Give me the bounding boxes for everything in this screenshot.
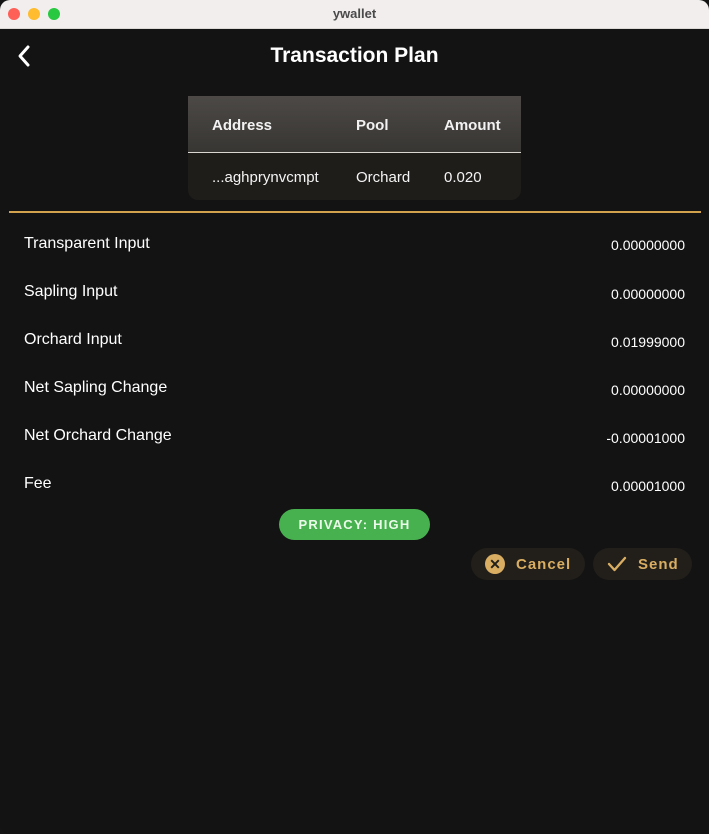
column-header-pool: Pool [356, 117, 389, 134]
send-label: Send [638, 556, 679, 573]
net-sapling-change-label: Net Sapling Change [24, 379, 168, 396]
transparent-input-value: 0.00000000 [611, 237, 685, 253]
page-title: Transaction Plan [270, 44, 439, 67]
title-bar: ywallet [0, 0, 709, 29]
cancel-button[interactable]: Cancel [471, 548, 585, 580]
privacy-badge: PRIVACY: HIGH [279, 509, 430, 540]
cancel-circle-icon [485, 554, 505, 574]
recipients-table: Address Pool Amount ...aghprynvcmpt Orch… [188, 96, 521, 200]
fee-value: 0.00001000 [611, 478, 685, 494]
table-header: Address Pool Amount [188, 96, 521, 153]
sapling-input-value: 0.00000000 [611, 286, 685, 302]
section-divider [9, 211, 701, 213]
net-orchard-change-label: Net Orchard Change [24, 427, 172, 444]
sapling-input-label: Sapling Input [24, 283, 118, 300]
net-sapling-change-value: 0.00000000 [611, 382, 685, 398]
checkmark-icon [607, 556, 627, 572]
transparent-input-label: Transparent Input [24, 235, 150, 252]
column-header-amount: Amount [444, 117, 501, 134]
row-amount: 0.020 [444, 169, 482, 186]
fee-label: Fee [24, 475, 52, 492]
row-pool: Orchard [356, 169, 411, 186]
orchard-input-value: 0.01999000 [611, 334, 685, 350]
column-header-address: Address [212, 117, 273, 134]
orchard-input-label: Orchard Input [24, 331, 122, 348]
net-orchard-change-value: -0.00001000 [606, 430, 685, 446]
row-address: ...aghprynvcmpt [212, 169, 319, 186]
cancel-label: Cancel [516, 556, 572, 573]
app-window: ywallet Transaction Plan Address Pool Am… [0, 0, 709, 834]
window-title: ywallet [332, 6, 377, 21]
send-button[interactable]: Send [593, 548, 692, 580]
